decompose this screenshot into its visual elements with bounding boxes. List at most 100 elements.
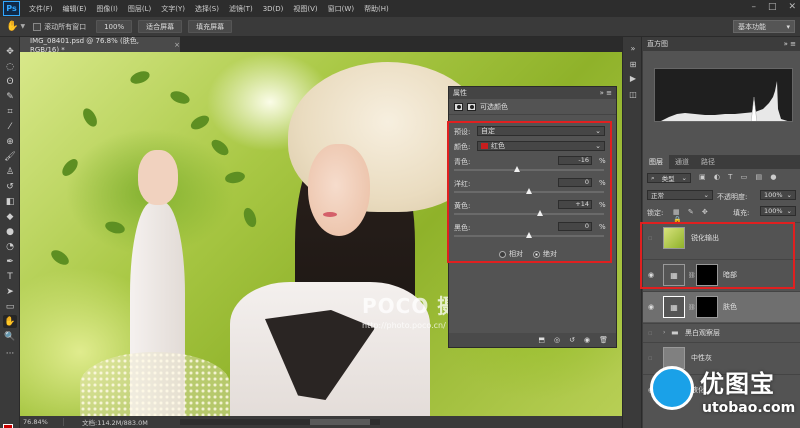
- actions-panel-icon[interactable]: ▶: [627, 73, 639, 84]
- tab-channels[interactable]: 通道: [669, 155, 695, 169]
- pen-tool-icon[interactable]: ✒: [3, 255, 17, 268]
- leaf-shape: [48, 247, 72, 268]
- panel-menu-icon[interactable]: » ≡: [600, 89, 612, 97]
- brush-tool-icon[interactable]: 🖌: [3, 150, 17, 163]
- menu-3d[interactable]: 3D(D): [258, 5, 289, 13]
- zoom-level[interactable]: 76.84%: [20, 418, 64, 426]
- lasso-tool-icon[interactable]: ʘ: [3, 75, 17, 88]
- reset-icon[interactable]: ↺: [569, 336, 575, 344]
- menu-filter[interactable]: 滤镜(T): [224, 4, 258, 14]
- adjustment-icon[interactable]: [454, 102, 463, 111]
- leaf-shape: [128, 68, 152, 87]
- chevron-down-icon: ⌄: [703, 191, 709, 199]
- highlight-box-properties: [447, 121, 612, 263]
- leaf-shape: [168, 88, 192, 107]
- marquee-tool-icon[interactable]: ◌: [3, 60, 17, 73]
- history-brush-tool-icon[interactable]: ↺: [3, 180, 17, 193]
- utobao-logo-en: utobao.com: [702, 400, 796, 416]
- tab-layers[interactable]: 图层: [643, 155, 669, 169]
- panel-menu-icon[interactable]: » ≡: [784, 40, 796, 48]
- rectangle-tool-icon[interactable]: ▭: [3, 300, 17, 313]
- chevron-down-icon: ⌄: [681, 174, 687, 182]
- visibility-eye-icon[interactable]: ◉: [648, 303, 654, 311]
- chevron-down-icon[interactable]: ▼: [20, 23, 25, 30]
- view-previous-icon[interactable]: ◎: [554, 336, 560, 344]
- hand-tool-icon[interactable]: ✋: [6, 21, 18, 32]
- horizontal-scrollbar[interactable]: [180, 419, 380, 425]
- chevron-down-icon: ⌄: [786, 191, 792, 199]
- path-select-tool-icon[interactable]: ➤: [3, 285, 17, 298]
- layer-name[interactable]: 黑白观察层: [685, 328, 720, 338]
- zoom-100-button[interactable]: 100%: [96, 20, 133, 33]
- tab-paths[interactable]: 路径: [695, 155, 721, 169]
- layer-name[interactable]: 肤色: [723, 302, 737, 312]
- layer-filter-icons[interactable]: ▣ ◐ T ▭ ▤ ●: [699, 173, 799, 181]
- menu-edit[interactable]: 编辑(E): [58, 4, 92, 14]
- paint-bucket-tool-icon[interactable]: ◆: [3, 210, 17, 223]
- menu-layer[interactable]: 图层(L): [123, 4, 156, 14]
- leaf-shape: [224, 170, 246, 185]
- properties-panel-icon[interactable]: ◫: [627, 89, 639, 100]
- scroll-all-checkbox[interactable]: [33, 22, 42, 31]
- search-icon: ⌕: [651, 173, 655, 182]
- move-tool-icon[interactable]: ✥: [3, 45, 17, 58]
- clone-stamp-tool-icon[interactable]: ♙: [3, 165, 17, 178]
- layer-filter-dropdown[interactable]: ⌕ 类型 ⌄: [647, 173, 691, 183]
- visibility-eye-icon[interactable]: ▫: [648, 329, 653, 337]
- menu-bar: Ps 文件(F) 编辑(E) 图像(I) 图层(L) 文字(Y) 选择(S) 滤…: [0, 0, 800, 17]
- zoom-tool-icon[interactable]: 🔍: [3, 330, 17, 343]
- menu-window[interactable]: 窗口(W): [323, 4, 359, 14]
- utobao-logo: 优图宝 utobao.com: [650, 360, 800, 428]
- workspace-value: 基本功能: [738, 22, 766, 31]
- fill-label: 填充:: [733, 209, 750, 217]
- close-icon[interactable]: ✕: [788, 2, 796, 12]
- menu-image[interactable]: 图像(I): [91, 4, 123, 14]
- collapse-icon[interactable]: »: [627, 43, 639, 54]
- foreground-color-swatch[interactable]: [3, 424, 13, 428]
- layer-row-selected[interactable]: ◉ ▦ ⛓ 肤色: [643, 291, 800, 322]
- type-tool-icon[interactable]: T: [3, 270, 17, 283]
- trash-icon[interactable]: 🗑: [599, 336, 608, 344]
- document-tab[interactable]: IMG_08401.psd @ 76.8% (肤色, RGB/16) * ×: [20, 36, 180, 54]
- photoshop-logo: Ps: [3, 1, 20, 16]
- fill-input[interactable]: 100% ⌄: [760, 206, 796, 216]
- document-tab-title: IMG_08401.psd @ 76.8% (肤色, RGB/16) *: [30, 36, 139, 54]
- more-tools-icon[interactable]: ···: [3, 347, 17, 360]
- menu-file[interactable]: 文件(F): [24, 4, 58, 14]
- crop-tool-icon[interactable]: ⌗: [3, 105, 17, 118]
- blur-tool-icon[interactable]: ●: [3, 225, 17, 238]
- document-tab-bar: IMG_08401.psd @ 76.8% (肤色, RGB/16) * ×: [20, 36, 622, 54]
- filter-kind-value: 类型: [661, 175, 675, 183]
- layer-group-row[interactable]: ▫ › ▬ 黑白观察层: [643, 323, 800, 341]
- quick-select-tool-icon[interactable]: ✎: [3, 90, 17, 103]
- menu-select[interactable]: 选择(S): [190, 4, 224, 14]
- menu-help[interactable]: 帮助(H): [359, 4, 394, 14]
- menu-view[interactable]: 视图(V): [288, 4, 322, 14]
- fill-screen-button[interactable]: 填充屏幕: [188, 20, 233, 33]
- selective-color-icon: ▦: [663, 296, 685, 318]
- chevron-right-icon[interactable]: ›: [663, 329, 665, 336]
- history-panel-icon[interactable]: ⊞: [627, 59, 639, 70]
- photo-flowers: [80, 352, 230, 416]
- scrollbar-thumb[interactable]: [310, 419, 370, 425]
- status-bar: 76.84% 文档:114.2M/883.0M: [20, 416, 622, 428]
- blend-mode-dropdown[interactable]: 正常 ⌄: [647, 190, 713, 200]
- blend-mode-value: 正常: [651, 192, 664, 200]
- fit-screen-button[interactable]: 适合屏幕: [138, 20, 183, 33]
- mask-icon[interactable]: [467, 102, 476, 111]
- eyedropper-tool-icon[interactable]: ⁄: [3, 120, 17, 133]
- visibility-eye-icon[interactable]: ◉: [584, 336, 590, 344]
- dodge-tool-icon[interactable]: ◔: [3, 240, 17, 253]
- close-tab-icon[interactable]: ×: [174, 41, 180, 49]
- hand-tool-icon[interactable]: ✋: [3, 315, 17, 328]
- workspace-select[interactable]: 基本功能 ▾: [733, 20, 795, 33]
- clip-to-layer-icon[interactable]: ⬒: [538, 336, 545, 344]
- healing-brush-tool-icon[interactable]: ⊕: [3, 135, 17, 148]
- minimize-icon[interactable]: –: [751, 2, 756, 12]
- menu-type[interactable]: 文字(Y): [156, 4, 190, 14]
- eraser-tool-icon[interactable]: ◧: [3, 195, 17, 208]
- maximize-icon[interactable]: □: [768, 2, 777, 12]
- layer-mask-thumbnail[interactable]: [696, 296, 718, 318]
- photo-face: [308, 144, 370, 236]
- opacity-input[interactable]: 100% ⌄: [760, 190, 796, 200]
